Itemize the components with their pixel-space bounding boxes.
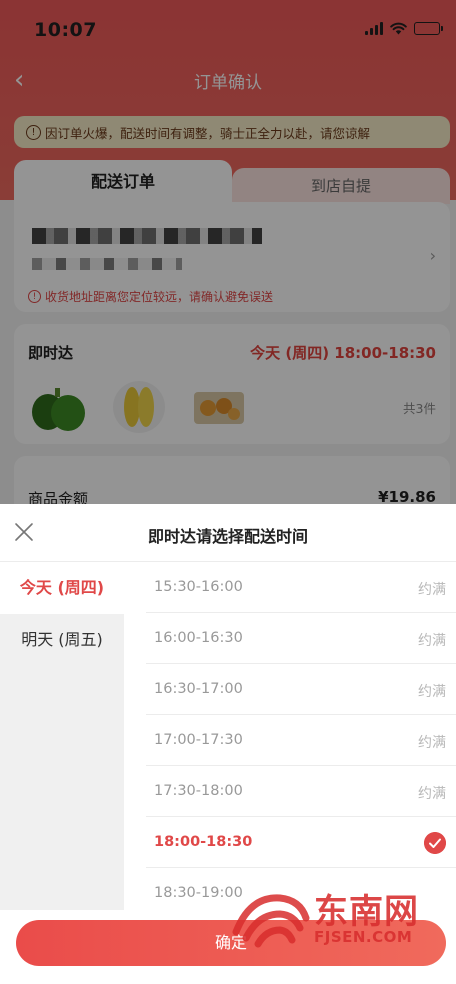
time-slot[interactable]: 16:30-17:00 约满 bbox=[146, 664, 456, 715]
slot-status: 约满 bbox=[418, 735, 446, 751]
time-slot-selected[interactable]: 18:00-18:30 bbox=[146, 817, 456, 868]
delivery-time-sheet: 即时达请选择配送时间 今天 (周四) 明天 (周五) 15:30-16:00 约… bbox=[0, 504, 456, 984]
slot-status: 约满 bbox=[418, 786, 446, 802]
check-icon bbox=[424, 832, 446, 854]
day-item-tomorrow[interactable]: 明天 (周五) bbox=[0, 614, 124, 666]
slot-status: 约满 bbox=[418, 582, 446, 598]
confirm-bar: 确定 bbox=[0, 910, 456, 984]
day-item-today[interactable]: 今天 (周四) bbox=[0, 562, 124, 614]
slot-status: 约满 bbox=[418, 633, 446, 649]
slot-time: 17:30-18:00 bbox=[154, 783, 243, 799]
slot-time: 18:00-18:30 bbox=[154, 834, 253, 850]
time-slot[interactable]: 18:30-19:00 bbox=[146, 868, 456, 910]
time-slot[interactable]: 15:30-16:00 约满 bbox=[146, 562, 456, 613]
slot-time: 17:00-17:30 bbox=[154, 732, 243, 748]
slot-time: 16:30-17:00 bbox=[154, 681, 243, 697]
sheet-header: 即时达请选择配送时间 bbox=[0, 504, 456, 562]
time-slot[interactable]: 17:00-17:30 约满 bbox=[146, 715, 456, 766]
time-slot-list[interactable]: 15:30-16:00 约满 16:00-16:30 约满 16:30-17:0… bbox=[146, 562, 456, 910]
time-slot[interactable]: 16:00-16:30 约满 bbox=[146, 613, 456, 664]
slot-time: 15:30-16:00 bbox=[154, 579, 243, 595]
sheet-title: 即时达请选择配送时间 bbox=[147, 527, 308, 546]
slot-time: 16:00-16:30 bbox=[154, 630, 243, 646]
slot-time: 18:30-19:00 bbox=[154, 885, 243, 901]
confirm-button[interactable]: 确定 bbox=[16, 920, 446, 966]
time-slot[interactable]: 17:30-18:00 约满 bbox=[146, 766, 456, 817]
day-list: 今天 (周四) 明天 (周五) bbox=[0, 562, 124, 910]
slot-status: 约满 bbox=[418, 684, 446, 700]
